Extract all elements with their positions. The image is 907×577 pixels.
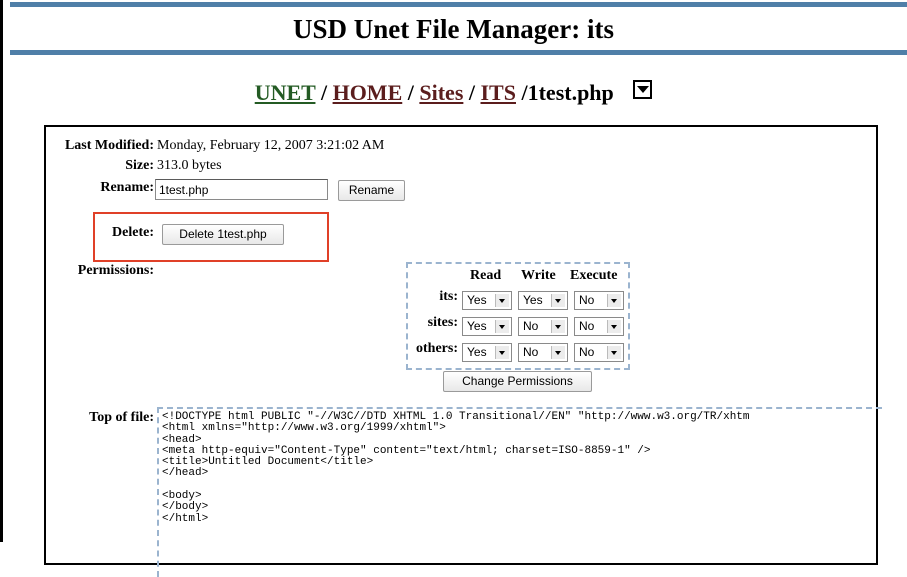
read-column-header: Read (470, 268, 502, 283)
others-write-select[interactable]: No (518, 343, 568, 362)
sites-read-value: Yes (467, 319, 487, 333)
chevron-down-icon (607, 320, 621, 333)
breadcrumb-unet-link[interactable]: UNET (255, 80, 316, 105)
its-execute-select[interactable]: No (574, 291, 624, 310)
last-modified-value: Monday, February 12, 2007 3:21:02 AM (157, 138, 385, 153)
breadcrumb: UNET / HOME / Sites / ITS /1test.php (0, 78, 907, 108)
others-read-value: Yes (467, 345, 487, 359)
breadcrumb-its-link[interactable]: ITS (481, 80, 516, 105)
breadcrumb-sites-link[interactable]: Sites (419, 80, 463, 105)
breadcrumb-home-link[interactable]: HOME (333, 80, 403, 105)
chevron-down-icon (495, 346, 509, 359)
chevron-down-icon (551, 320, 565, 333)
header-top-band (10, 2, 907, 7)
rename-label: Rename: (100, 180, 154, 195)
others-read-select[interactable]: Yes (462, 343, 512, 362)
others-execute-select[interactable]: No (574, 343, 624, 362)
permissions-label: Permissions: (77, 263, 154, 278)
sites-execute-value: No (579, 319, 595, 333)
its-execute-value: No (579, 293, 595, 307)
size-label: Size: (125, 158, 154, 173)
size-value: 313.0 bytes (157, 158, 222, 173)
chevron-down-icon (607, 294, 621, 307)
chevron-down-icon (551, 346, 565, 359)
breadcrumb-separator: / (468, 80, 475, 105)
its-row-label: its: (439, 289, 458, 304)
sites-read-select[interactable]: Yes (462, 317, 512, 336)
its-read-select[interactable]: Yes (462, 291, 512, 310)
its-write-select[interactable]: Yes (518, 291, 568, 310)
chevron-down-icon[interactable] (633, 80, 653, 99)
file-preview: <!DOCTYPE html PUBLIC "-//W3C//DTD XHTML… (157, 407, 882, 577)
top-of-file-label: Top of file: (89, 410, 154, 425)
others-execute-value: No (579, 345, 595, 359)
execute-column-header: Execute (570, 268, 618, 283)
others-row-label: others: (416, 341, 458, 356)
sites-execute-select[interactable]: No (574, 317, 624, 336)
header-bottom-band (10, 50, 907, 55)
write-column-header: Write (521, 268, 556, 283)
breadcrumb-separator: / (407, 80, 414, 105)
last-modified-label: Last Modified: (64, 138, 154, 153)
file-details-panel: Last Modified: Monday, February 12, 2007… (44, 125, 882, 577)
chevron-down-icon (495, 320, 509, 333)
rename-input[interactable] (155, 179, 328, 200)
rename-button[interactable]: Rename (338, 180, 405, 201)
its-write-value: Yes (523, 293, 543, 307)
sites-write-select[interactable]: No (518, 317, 568, 336)
sites-row-label: sites: (427, 315, 458, 330)
delete-label: Delete: (112, 225, 154, 240)
change-permissions-button[interactable]: Change Permissions (443, 371, 592, 392)
breadcrumb-separator: / (320, 80, 328, 105)
delete-file-button[interactable]: Delete 1test.php (162, 224, 284, 245)
its-read-value: Yes (467, 293, 487, 307)
sites-write-value: No (523, 319, 539, 333)
page-title: USD Unet File Manager: its (293, 14, 614, 44)
chevron-down-icon (607, 346, 621, 359)
permissions-table: Read Write Execute its: Yes Yes No sites… (406, 262, 630, 370)
chevron-down-icon (551, 294, 565, 307)
others-write-value: No (523, 345, 539, 359)
breadcrumb-current-file: /1test.php (521, 80, 614, 105)
chevron-down-icon (495, 294, 509, 307)
